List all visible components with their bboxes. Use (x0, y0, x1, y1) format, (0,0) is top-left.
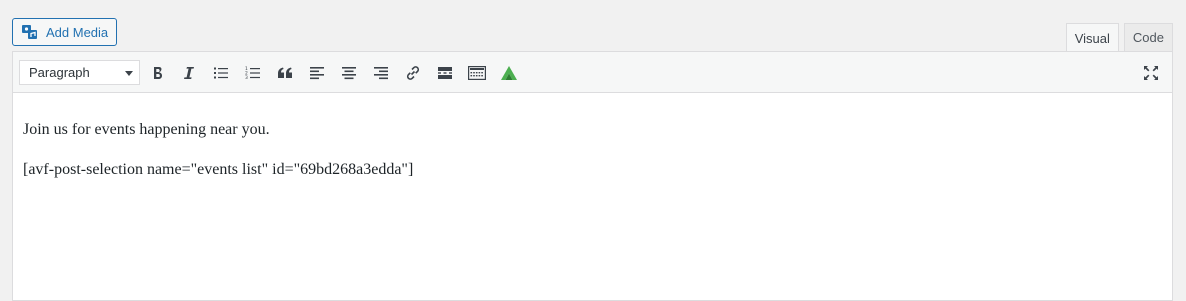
format-select-value: Paragraph (29, 65, 90, 80)
add-media-button[interactable]: Add Media (12, 18, 117, 46)
read-more-button[interactable] (435, 63, 455, 83)
link-icon (406, 66, 420, 80)
blockquote-button[interactable] (275, 63, 295, 83)
brand-logo-icon (501, 66, 517, 80)
bulleted-list-button[interactable] (211, 63, 231, 83)
read-more-icon (438, 67, 452, 79)
fullscreen-button[interactable] (1141, 63, 1161, 83)
align-right-button[interactable] (371, 63, 391, 83)
numbered-list-icon: 1 2 3 (245, 66, 260, 80)
content-shortcode[interactable]: [avf-post-selection name="events list" i… (23, 160, 1172, 180)
insert-link-button[interactable] (403, 63, 423, 83)
editor-frame: Paragraph 1 2 3 Join us for events happe… (12, 51, 1173, 301)
italic-icon (184, 67, 194, 79)
svg-text:3: 3 (245, 75, 248, 80)
align-center-button[interactable] (339, 63, 359, 83)
toolbar-toggle-icon (468, 66, 486, 80)
align-left-button[interactable] (307, 63, 327, 83)
chevron-down-icon (125, 71, 133, 76)
media-icon (21, 24, 39, 40)
editor-toolbar: Paragraph 1 2 3 (13, 52, 1172, 93)
align-left-icon (310, 67, 324, 80)
blockquote-icon (278, 67, 292, 78)
add-media-label: Add Media (46, 24, 109, 40)
tab-code[interactable]: Code (1123, 23, 1173, 51)
brand-logo-button[interactable] (499, 63, 519, 83)
bold-icon (154, 67, 163, 79)
numbered-list-button[interactable]: 1 2 3 (243, 63, 263, 83)
editor-content[interactable]: Join us for events happening near you. [… (13, 93, 1172, 180)
content-paragraph[interactable]: Join us for events happening near you. (23, 120, 1172, 140)
format-select[interactable]: Paragraph (19, 60, 140, 85)
align-right-icon (374, 67, 388, 80)
align-center-icon (342, 67, 356, 80)
italic-button[interactable] (179, 63, 199, 83)
tab-visual[interactable]: Visual (1065, 23, 1119, 52)
bulleted-list-icon (214, 67, 228, 79)
editor-tabs: Visual Code (1065, 23, 1173, 52)
toolbar-toggle-button[interactable] (467, 63, 487, 83)
bold-button[interactable] (148, 63, 168, 83)
fullscreen-icon (1144, 66, 1158, 80)
